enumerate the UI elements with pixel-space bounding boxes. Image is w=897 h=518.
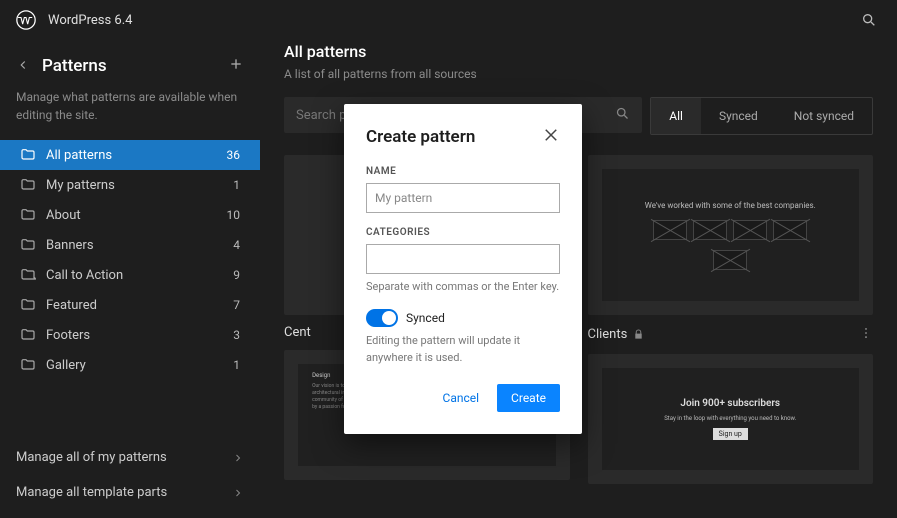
sidebar-item-count: 7 <box>233 298 240 312</box>
synced-label: Synced <box>406 311 445 325</box>
chevron-right-icon <box>232 487 244 499</box>
sidebar-description: Manage what patterns are available when … <box>0 88 260 140</box>
pattern-preview[interactable]: Join 900+ subscribers Stay in the loop w… <box>588 354 874 484</box>
synced-toggle[interactable] <box>366 309 398 327</box>
pattern-categories-input[interactable] <box>366 244 560 274</box>
tab-synced[interactable]: Synced <box>701 98 776 134</box>
sidebar-item-featured[interactable]: Featured 7 <box>0 290 260 320</box>
sidebar-item-my[interactable]: My patterns 1 <box>0 170 260 200</box>
topbar: WordPress 6.4 <box>0 0 897 40</box>
sidebar-item-count: 10 <box>227 208 241 222</box>
sidebar-item-label: My patterns <box>46 178 223 193</box>
folder-icon <box>20 357 36 373</box>
sidebar: Patterns Manage what patterns are availa… <box>0 40 260 518</box>
chevron-right-icon <box>232 452 244 464</box>
tab-not-synced[interactable]: Not synced <box>776 98 872 134</box>
pattern-title: Clients <box>588 327 628 342</box>
create-button[interactable]: Create <box>497 384 560 412</box>
close-button[interactable] <box>542 126 560 148</box>
categories-label: CATEGORIES <box>366 227 560 238</box>
folder-icon <box>20 297 36 313</box>
manage-my-patterns[interactable]: Manage all of my patterns <box>0 440 260 475</box>
cancel-button[interactable]: Cancel <box>433 384 490 412</box>
app-title: WordPress 6.4 <box>48 13 845 28</box>
add-pattern-button[interactable] <box>228 56 244 76</box>
placeholder-box <box>653 220 687 240</box>
filter-tabs: All Synced Not synced <box>650 97 873 135</box>
sidebar-item-count: 9 <box>233 268 240 282</box>
sidebar-item-count: 1 <box>233 358 240 372</box>
search-icon <box>615 106 630 125</box>
pattern-name-input[interactable] <box>366 183 560 213</box>
sidebar-item-count: 3 <box>233 328 240 342</box>
folder-icon <box>20 147 36 163</box>
folder-icon <box>20 237 36 253</box>
search-icon[interactable] <box>857 8 881 32</box>
lock-icon <box>633 325 644 344</box>
folder-icon <box>20 207 36 223</box>
pattern-title: Cent <box>284 325 311 340</box>
preview-signup-button: Sign up <box>713 428 748 440</box>
preview-text: We've worked with some of the best compa… <box>645 201 816 210</box>
sidebar-item-footers[interactable]: Footers 3 <box>0 320 260 350</box>
pattern-preview[interactable]: We've worked with some of the best compa… <box>588 155 874 315</box>
placeholder-box <box>693 220 727 240</box>
placeholder-box <box>713 250 747 270</box>
manage-template-parts[interactable]: Manage all template parts <box>0 475 260 510</box>
page-title: All patterns <box>284 40 873 61</box>
sidebar-item-label: Gallery <box>46 358 223 373</box>
sidebar-item-label: Call to Action <box>46 268 223 283</box>
sidebar-item-count: 36 <box>227 148 241 162</box>
back-button[interactable] <box>16 57 30 76</box>
wordpress-logo <box>16 10 36 30</box>
sidebar-item-label: All patterns <box>46 148 217 163</box>
sidebar-item-count: 1 <box>233 178 240 192</box>
page-subtitle: A list of all patterns from all sources <box>284 61 873 97</box>
sidebar-item-label: Footers <box>46 328 223 343</box>
name-label: NAME <box>366 166 560 177</box>
dialog-title: Create pattern <box>366 127 475 147</box>
folder-icon <box>20 267 36 283</box>
sidebar-title: Patterns <box>42 56 216 76</box>
more-actions-button[interactable] <box>859 325 873 344</box>
preview-sub: Stay in the loop with everything you nee… <box>664 415 796 422</box>
placeholder-box <box>733 220 767 240</box>
folder-icon <box>20 327 36 343</box>
sidebar-item-label: About <box>46 208 217 223</box>
sidebar-item-all[interactable]: All patterns 36 <box>0 140 260 170</box>
tab-all[interactable]: All <box>651 98 701 134</box>
sidebar-item-about[interactable]: About 10 <box>0 200 260 230</box>
placeholder-box <box>773 220 807 240</box>
folder-icon <box>20 177 36 193</box>
sidebar-item-count: 4 <box>233 238 240 252</box>
sidebar-item-cta[interactable]: Call to Action 9 <box>0 260 260 290</box>
synced-help: Editing the pattern will update it anywh… <box>366 333 560 366</box>
create-pattern-dialog: Create pattern NAME CATEGORIES Separate … <box>344 104 582 434</box>
sidebar-item-banners[interactable]: Banners 4 <box>0 230 260 260</box>
sidebar-list: All patterns 36 My patterns 1 About 10 B… <box>0 140 260 440</box>
sidebar-item-label: Featured <box>46 298 223 313</box>
categories-help: Separate with commas or the Enter key. <box>366 280 560 293</box>
sidebar-item-gallery[interactable]: Gallery 1 <box>0 350 260 380</box>
preview-heading: Join 900+ subscribers <box>680 398 780 409</box>
sidebar-item-label: Banners <box>46 238 223 253</box>
